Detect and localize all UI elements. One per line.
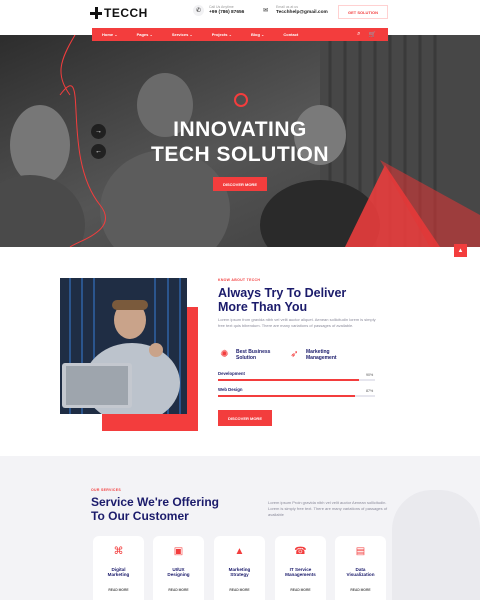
feature-label-line1: Best Business — [236, 348, 271, 355]
lightbulb-icon — [234, 93, 248, 107]
service-card-data-visualization[interactable]: ▤ Data Visualization READ MORE — [335, 536, 386, 600]
skill-bar-web-design — [218, 395, 375, 397]
skill-value-web-design: 87% — [366, 389, 374, 393]
feature-label-line2: Management — [306, 354, 337, 361]
nav-item-projects[interactable]: Projects ⌄ — [212, 32, 232, 37]
about-title: Always Try To Deliver More Than You — [218, 286, 346, 315]
read-more-link[interactable]: READ MORE — [275, 588, 326, 592]
read-more-link[interactable]: READ MORE — [153, 588, 204, 592]
phone-number[interactable]: +99 (786) 87656 — [209, 10, 244, 15]
about-eyebrow: KNOW ABOUT TECCH — [218, 278, 261, 282]
rocket-icon: ➶ — [290, 349, 299, 360]
phone-contact: ✆ Call Us Anytime +99 (786) 87656 — [193, 5, 244, 16]
services-eyebrow: OUR SERVICES — [91, 488, 121, 492]
data-icon: ▤ — [355, 546, 366, 557]
get-solution-button[interactable]: GET SOLUTION — [338, 5, 388, 19]
service-card-ui-ux[interactable]: ▣ UI/UX Designing READ MORE — [153, 536, 204, 600]
developer-photo-placeholder — [60, 278, 187, 414]
about-paragraph: Lorem ipsum from gravida nibh vel velit … — [218, 317, 376, 328]
nav-item-pages[interactable]: Pages ⌄ — [137, 32, 153, 37]
search-icon[interactable]: ⌕ — [357, 31, 360, 38]
skill-bar-development — [218, 379, 375, 381]
service-card-title-line2: Managements — [285, 572, 316, 578]
chart-icon: ▲ — [234, 546, 245, 557]
about-discover-more-button[interactable]: DISCOVER MORE — [218, 410, 272, 426]
support-icon: ☎ — [294, 546, 307, 557]
cart-icon[interactable]: 🛒 — [369, 31, 376, 38]
top-bar: TECCH ✆ Call Us Anytime +99 (786) 87656 … — [0, 0, 480, 28]
services-title: Service We're Offering To Our Customer — [91, 495, 220, 524]
service-card-title-line2: Marketing — [107, 572, 130, 578]
skill-label-web-design: Web Design — [218, 387, 243, 392]
services-title-line2: To Our Customer — [91, 508, 189, 523]
main-nav: Home ⌄ Pages ⌄ Services ⌄ Projects ⌄ Blo… — [92, 28, 388, 41]
slider-prev-arrow-icon[interactable]: ← — [91, 144, 106, 159]
service-card-title-line2: Strategy — [230, 572, 249, 578]
nav-item-services[interactable]: Services ⌄ — [172, 32, 193, 37]
services-title-line1: Service We're Offering — [91, 495, 220, 509]
design-icon: ▣ — [173, 546, 184, 557]
feature-marketing-management: ➶ Marketing Management — [288, 348, 337, 361]
skill-label-development: Development — [218, 371, 245, 376]
service-card-digital-marketing[interactable]: ⌘ Digital Marketing READ MORE — [93, 536, 144, 600]
hero-discover-more-button[interactable]: DISCOVER MORE — [213, 177, 267, 191]
hero-title-line1: INNOVATING — [173, 118, 307, 141]
feature-label-line2: Solution — [236, 354, 256, 361]
about-title-line2: More Than You — [218, 300, 308, 315]
service-card-it-service[interactable]: ☎ IT Service Managements READ MORE — [275, 536, 326, 600]
envelope-icon: ✉ — [262, 8, 269, 14]
nav-item-home[interactable]: Home ⌄ — [102, 32, 118, 37]
marketing-icon: ⌘ — [113, 546, 124, 557]
skill-bar-fill — [218, 395, 355, 397]
skill-value-development: 90% — [366, 373, 374, 377]
email-contact: ✉ Email us at us Tecchhelp@gmail.com — [260, 5, 328, 16]
phone-icon: ✆ — [193, 5, 204, 16]
service-card-marketing-strategy[interactable]: ▲ Marketing Strategy READ MORE — [214, 536, 265, 600]
feature-best-business: ✺ Best Business Solution — [218, 348, 270, 361]
logo-text: TECCH — [104, 6, 148, 20]
about-image — [60, 278, 187, 414]
slider-next-arrow-icon[interactable]: → — [91, 124, 106, 139]
services-person-image — [392, 490, 480, 600]
read-more-link[interactable]: READ MORE — [214, 588, 265, 592]
services-paragraph: Lorem ipsum Proin gravida nibh vel velit… — [268, 500, 388, 517]
logo-cross-icon — [90, 7, 102, 19]
service-card-title-line2: Visualization — [346, 572, 375, 578]
skill-bar-fill — [218, 379, 360, 381]
logo[interactable]: TECCH — [90, 6, 148, 20]
hero-title-line2: TECH SOLUTION — [151, 143, 329, 166]
about-title-line1: Always Try To Deliver — [218, 286, 347, 300]
read-more-link[interactable]: READ MORE — [93, 588, 144, 592]
nav-item-contact[interactable]: Contact — [283, 32, 298, 37]
nav-item-blog[interactable]: Blog ⌄ — [251, 32, 264, 37]
read-more-link[interactable]: READ MORE — [335, 588, 386, 592]
lightbulb-icon: ✺ — [220, 349, 229, 360]
hero-banner: INNOVATING TECH SOLUTION DISCOVER MORE →… — [0, 35, 480, 247]
email-address[interactable]: Tecchhelp@gmail.com — [276, 10, 328, 15]
service-card-title-line2: Designing — [167, 572, 190, 578]
scroll-to-top-button[interactable]: ▲ — [454, 244, 467, 257]
